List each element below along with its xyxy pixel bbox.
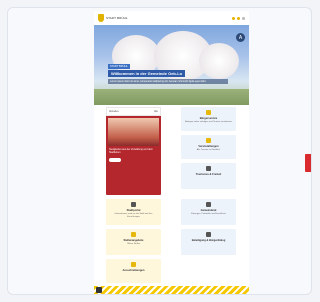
news-card-link[interactable]: Alle [154, 110, 158, 113]
tile-stadtportal[interactable]: Stadtportal Informationen rund um die St… [106, 199, 161, 225]
map-icon [206, 166, 211, 171]
hero-tag: STADT BRÜHL [108, 64, 130, 69]
browser-frame: STADT BRÜHL A STADT BRÜHL Willkommen in … [7, 7, 312, 295]
tile-label: Ausschreibungen [122, 269, 145, 272]
news-read-more-button[interactable] [109, 158, 121, 162]
top-nav: STADT BRÜHL [94, 11, 249, 25]
news-image [108, 118, 159, 146]
news-card[interactable]: Aktuelles Alle Neuigkeiten aus der Verwa… [106, 107, 161, 195]
tile-tourismus[interactable]: Tourismus & Freizeit [181, 163, 236, 189]
tree-image [199, 43, 239, 79]
meadow-image [94, 89, 249, 105]
tile-desc: Informationen rund um die Stadt und ihre… [114, 213, 153, 218]
tile-label: Tourismus & Freizeit [195, 173, 222, 176]
crest-icon [98, 14, 104, 22]
tile-veranstaltungen[interactable]: Veranstaltungen Alle Termine im Überblic… [181, 135, 236, 159]
tile-desc: Alle Termine im Überblick [196, 149, 221, 151]
tile-buergerservice[interactable]: Bürgerservice Anliegen online erledigen … [181, 107, 236, 131]
news-card-title: Aktuelles [109, 110, 119, 113]
hero-subtitle: Lorem ipsum dolor sit amet, consectetur … [108, 79, 228, 84]
brand-logo[interactable]: STADT BRÜHL [98, 14, 128, 22]
hero-badge[interactable]: A [236, 33, 245, 42]
nav-tools [232, 16, 245, 20]
search-icon[interactable] [232, 16, 235, 20]
building-icon [131, 202, 136, 207]
tile-ausschreibungen[interactable]: Ausschreibungen [106, 259, 161, 283]
news-card-header: Aktuelles Alle [106, 107, 161, 116]
calendar-icon [206, 138, 211, 143]
web-page: STADT BRÜHL A STADT BRÜHL Willkommen in … [94, 11, 249, 294]
footer-logo-icon[interactable] [96, 287, 102, 293]
document-icon [206, 110, 211, 115]
people-icon [206, 202, 211, 207]
tile-desc: Sitzungen, Protokolle und Beschlüsse [191, 213, 226, 215]
hero-title: Willkommen in der Gemeinde Oeb-Lo [108, 70, 186, 77]
footer-stripe [94, 286, 249, 294]
chat-icon [206, 232, 211, 237]
tile-desc: Anliegen online erledigen und Termine ve… [185, 121, 232, 123]
news-text: Neuigkeiten aus der Verwaltung und dem S… [109, 148, 153, 154]
clipboard-icon [131, 262, 136, 267]
briefcase-icon [131, 232, 136, 237]
language-icon[interactable] [237, 16, 240, 20]
menu-icon[interactable] [242, 16, 245, 20]
tile-desc: Offene Stellen [126, 243, 141, 245]
tile-beteiligung[interactable]: Beteiligung & Bürgerdialog [181, 229, 236, 255]
hero-banner: A STADT BRÜHL Willkommen in der Gemeinde… [94, 25, 249, 105]
feedback-side-tab[interactable] [305, 154, 311, 172]
tile-stellenangebote[interactable]: Stellenangebote Offene Stellen [106, 229, 161, 255]
tile-gemeinderat[interactable]: Gemeinderat Sitzungen, Protokolle und Be… [181, 199, 236, 225]
tile-label: Beteiligung & Bürgerdialog [191, 239, 226, 242]
brand-name: STADT BRÜHL [106, 16, 128, 20]
